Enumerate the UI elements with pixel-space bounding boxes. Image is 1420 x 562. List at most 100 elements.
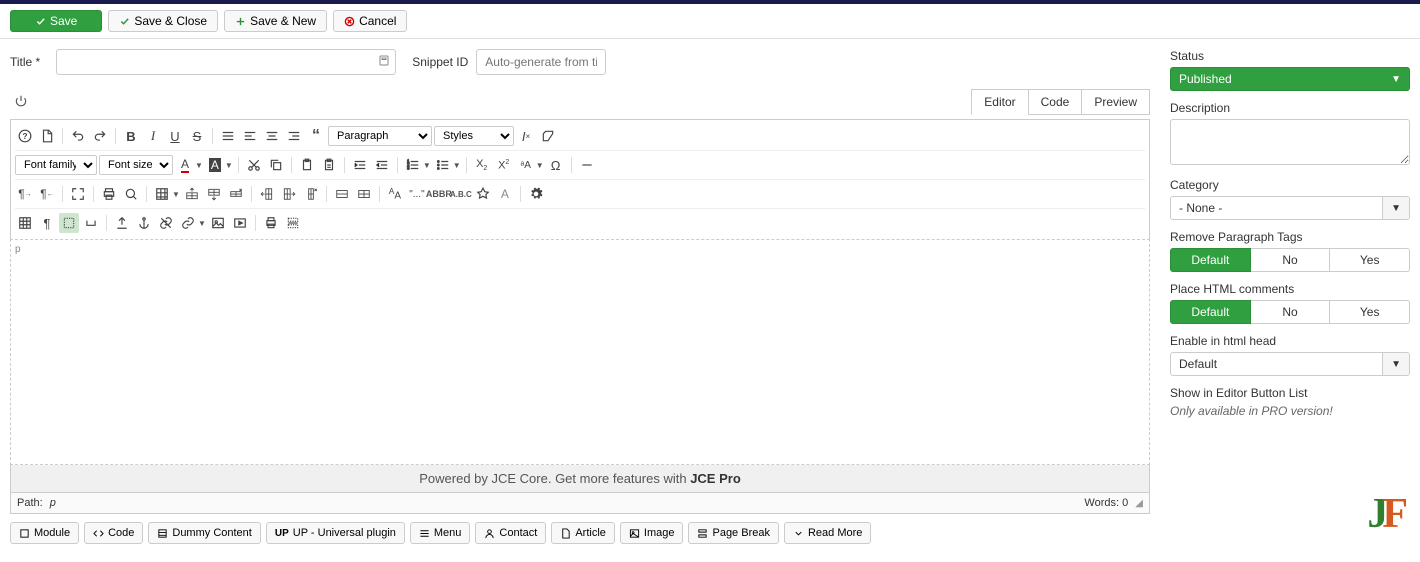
abbr2-icon[interactable]: A.B.C <box>451 184 471 204</box>
remove-para-default[interactable]: Default <box>1170 248 1251 272</box>
superscript-icon[interactable]: X2 <box>494 155 514 175</box>
image-button[interactable]: Image <box>620 522 684 544</box>
rtl-icon[interactable]: ¶← <box>37 184 57 204</box>
link-dd-icon[interactable]: ▼ <box>198 219 206 228</box>
pagebreak-button[interactable]: Page Break <box>688 522 778 544</box>
menu-button[interactable]: Menu <box>410 522 471 544</box>
align-left-icon[interactable] <box>240 126 260 146</box>
case-dd-icon[interactable]: ▼ <box>536 161 544 170</box>
ltr-icon[interactable]: ¶→ <box>15 184 35 204</box>
dummy-content-button[interactable]: Dummy Content <box>148 522 260 544</box>
quotes-icon[interactable]: "..." <box>407 184 427 204</box>
table-icon[interactable] <box>152 184 172 204</box>
merge-cells-icon[interactable] <box>332 184 352 204</box>
anchor-icon[interactable] <box>134 213 154 233</box>
row-after-icon[interactable] <box>204 184 224 204</box>
preview-icon[interactable] <box>121 184 141 204</box>
title-input[interactable] <box>56 49 396 75</box>
contact-button[interactable]: Contact <box>475 522 546 544</box>
undo-icon[interactable] <box>68 126 88 146</box>
special-char-icon[interactable]: Ω <box>546 155 566 175</box>
link-icon[interactable] <box>178 213 198 233</box>
copy-icon[interactable] <box>266 155 286 175</box>
subscript-icon[interactable]: X2 <box>472 155 492 175</box>
list-ol-icon[interactable]: 123 <box>403 155 423 175</box>
indent-icon[interactable] <box>350 155 370 175</box>
paragraph-select[interactable]: Paragraph <box>328 126 432 146</box>
save-close-button[interactable]: Save & Close <box>108 10 218 32</box>
upload-icon[interactable] <box>112 213 132 233</box>
row-delete-icon[interactable] <box>226 184 246 204</box>
title-lock-icon[interactable] <box>378 55 390 70</box>
place-html-no[interactable]: No <box>1251 300 1331 324</box>
article-button[interactable]: Article <box>551 522 615 544</box>
printer-icon[interactable] <box>261 213 281 233</box>
hr-icon[interactable] <box>577 155 597 175</box>
back-color-dd-icon[interactable]: ▼ <box>225 161 233 170</box>
blockquote-icon[interactable]: “ <box>306 126 326 146</box>
nbsp-icon[interactable] <box>81 213 101 233</box>
layout-grid-icon[interactable] <box>15 213 35 233</box>
row-before-icon[interactable] <box>182 184 202 204</box>
unlink-icon[interactable] <box>156 213 176 233</box>
fontsize-select[interactable]: Font size <box>99 155 173 175</box>
help-icon[interactable]: ? <box>15 126 35 146</box>
font-aa-icon[interactable]: AA <box>385 184 405 204</box>
list-ul-icon[interactable] <box>433 155 453 175</box>
up-plugin-button[interactable]: UPUP - Universal plugin <box>266 522 405 544</box>
path-value[interactable]: p <box>50 497 56 509</box>
power-icon[interactable] <box>10 94 28 111</box>
visualchars-icon[interactable]: ¶ <box>37 213 57 233</box>
fontfamily-select[interactable]: Font family <box>15 155 97 175</box>
tab-editor[interactable]: Editor <box>971 89 1028 115</box>
remove-format-icon[interactable] <box>473 184 493 204</box>
outdent-icon[interactable] <box>372 155 392 175</box>
enable-head-select[interactable]: Default ▼ <box>1170 352 1410 376</box>
remove-para-yes[interactable]: Yes <box>1330 248 1410 272</box>
abbr-icon[interactable]: ABBR <box>429 184 449 204</box>
clear-icon[interactable] <box>538 126 558 146</box>
col-after-icon[interactable] <box>279 184 299 204</box>
cancel-button[interactable]: Cancel <box>333 10 407 32</box>
remove-para-no[interactable]: No <box>1251 248 1331 272</box>
readmore-button[interactable]: Read More <box>784 522 871 544</box>
font-color-dd-icon[interactable]: ▼ <box>195 161 203 170</box>
paste-icon[interactable] <box>297 155 317 175</box>
col-before-icon[interactable] <box>257 184 277 204</box>
back-color-icon[interactable]: A <box>205 155 225 175</box>
align-center-icon[interactable] <box>262 126 282 146</box>
print-icon[interactable] <box>99 184 119 204</box>
redo-icon[interactable] <box>90 126 110 146</box>
cut-icon[interactable] <box>244 155 264 175</box>
snippet-input[interactable] <box>476 49 606 75</box>
status-dropdown[interactable]: Published ▼ <box>1170 67 1410 91</box>
font-color-icon[interactable]: A <box>175 155 195 175</box>
font-a-icon[interactable]: A <box>495 184 515 204</box>
save-button[interactable]: Save <box>10 10 102 32</box>
underline-icon[interactable]: U <box>165 126 185 146</box>
styles-select[interactable]: Styles <box>434 126 514 146</box>
resize-grip-icon[interactable]: ◢ <box>1135 498 1143 509</box>
table-dd-icon[interactable]: ▼ <box>172 190 180 199</box>
list-ul-dd-icon[interactable]: ▼ <box>453 161 461 170</box>
place-html-default[interactable]: Default <box>1170 300 1251 324</box>
media-icon[interactable] <box>230 213 250 233</box>
pagebreak-icon[interactable] <box>283 213 303 233</box>
clear-format-icon[interactable]: I× <box>516 126 536 146</box>
image-icon[interactable] <box>208 213 228 233</box>
editor-textarea[interactable]: p <box>10 239 1150 465</box>
visualblocks-icon[interactable] <box>59 213 79 233</box>
case-icon[interactable]: ᵃA <box>516 155 536 175</box>
new-doc-icon[interactable] <box>37 126 57 146</box>
code-button[interactable]: Code <box>84 522 143 544</box>
italic-icon[interactable]: I <box>143 126 163 146</box>
list-ol-dd-icon[interactable]: ▼ <box>423 161 431 170</box>
save-new-button[interactable]: Save & New <box>224 10 327 32</box>
fullscreen-icon[interactable] <box>68 184 88 204</box>
tab-preview[interactable]: Preview <box>1081 89 1150 115</box>
col-delete-icon[interactable] <box>301 184 321 204</box>
align-right-icon[interactable] <box>284 126 304 146</box>
align-justify-icon[interactable] <box>218 126 238 146</box>
module-button[interactable]: Module <box>10 522 79 544</box>
tab-code[interactable]: Code <box>1028 89 1083 115</box>
